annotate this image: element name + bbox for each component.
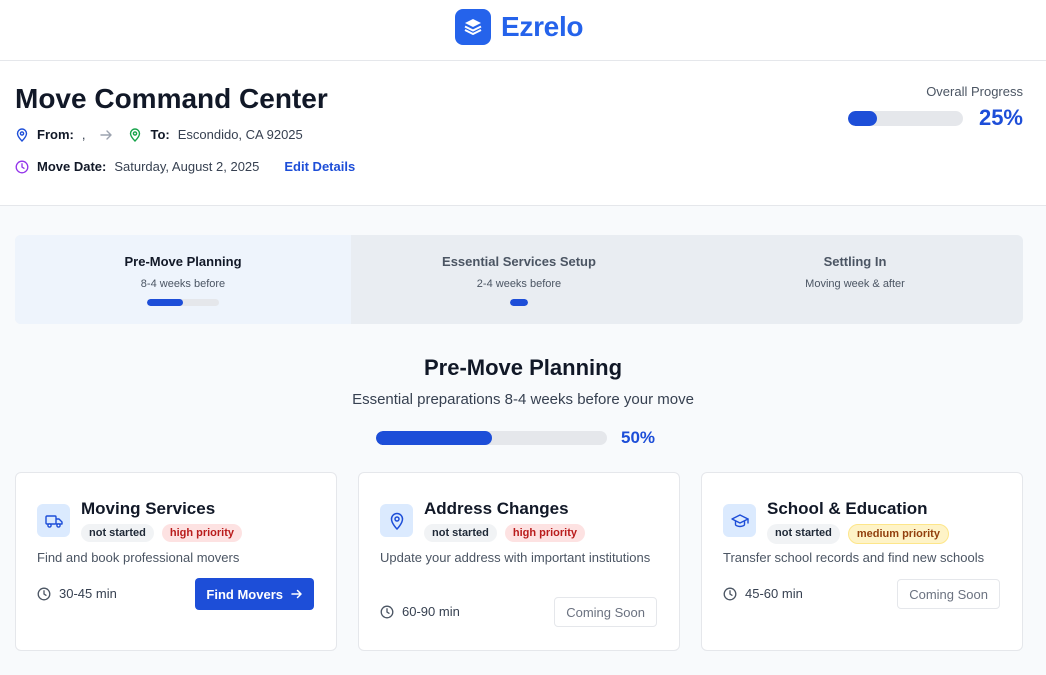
truck-icon	[37, 504, 70, 537]
page-title: Move Command Center	[15, 83, 328, 114]
tab-subtitle: 8-4 weeks before	[140, 278, 226, 290]
to-value: Escondido, CA 92025	[177, 127, 303, 142]
section-subtitle: Essential preparations 8-4 weeks before …	[352, 391, 694, 408]
route-row: From: , To: Escondido, CA 92025	[15, 127, 303, 142]
tab-title: Essential Services Setup	[442, 254, 596, 269]
move-date-label: Move Date:	[37, 159, 107, 174]
edit-details-link[interactable]: Edit Details	[284, 159, 355, 174]
card-badges: not started high priority	[424, 524, 586, 542]
time-estimate: 60-90 min	[402, 604, 460, 619]
move-header: Move Command Center From: , To: Escondid…	[0, 61, 1046, 206]
task-card-address-changes: Address Changes not started high priorit…	[358, 472, 680, 651]
from-value: ,	[81, 127, 86, 142]
graduation-cap-icon	[723, 504, 756, 537]
tab-subtitle: 2-4 weeks before	[476, 278, 562, 290]
status-badge: not started	[424, 524, 497, 542]
card-time: 30-45 min	[37, 586, 117, 601]
to-label: To:	[150, 127, 170, 142]
card-badges: not started high priority	[81, 524, 243, 542]
brand-name: Ezrelo	[501, 11, 584, 42]
map-pin-icon	[380, 504, 413, 537]
card-description: Update your address with important insti…	[380, 550, 651, 565]
brand-logo[interactable]: Ezrelo	[455, 9, 584, 45]
card-time: 60-90 min	[380, 604, 460, 619]
card-description: Transfer school records and find new sch…	[723, 550, 985, 565]
clock-icon	[380, 605, 394, 619]
map-pin-icon	[15, 127, 29, 142]
clock-icon	[15, 160, 29, 174]
clock-icon	[723, 587, 737, 601]
priority-badge: medium priority	[847, 524, 949, 544]
overall-progress-fill	[848, 111, 877, 126]
tab-essential-services-setup[interactable]: Essential Services Setup 2-4 weeks befor…	[351, 235, 687, 324]
clock-icon	[37, 587, 51, 601]
card-badges: not started medium priority	[767, 524, 949, 544]
section-progress-percent: 50%	[621, 428, 656, 447]
section-progress-fill	[376, 431, 492, 445]
phase-tabs: Pre-Move Planning 8-4 weeks before Essen…	[15, 235, 1023, 324]
status-badge: not started	[81, 524, 154, 542]
overall-progress-percent: 25%	[978, 105, 1023, 130]
card-title: Moving Services	[81, 499, 216, 518]
time-estimate: 45-60 min	[745, 586, 803, 601]
overall-progress-bar	[848, 111, 963, 126]
top-bar: Ezrelo	[0, 0, 1046, 61]
date-row: Move Date: Saturday, August 2, 2025 Edit…	[15, 159, 355, 174]
move-date-value: Saturday, August 2, 2025	[114, 159, 260, 174]
task-card-school-education: School & Education not started medium pr…	[701, 472, 1023, 651]
find-movers-button[interactable]: Find Movers	[195, 578, 314, 610]
arrow-right-icon	[291, 588, 303, 600]
priority-badge: high priority	[504, 524, 586, 542]
coming-soon-button[interactable]: Coming Soon	[897, 579, 1000, 609]
arrow-right-icon	[100, 129, 113, 141]
button-label: Find Movers	[206, 586, 283, 602]
layers-icon	[455, 9, 491, 45]
tab-title: Settling In	[823, 254, 887, 269]
section-title: Pre-Move Planning	[423, 355, 623, 380]
card-time: 45-60 min	[723, 586, 803, 601]
tab-progress-bar	[147, 299, 219, 306]
tab-subtitle: Moving week & after	[805, 278, 905, 290]
coming-soon-button[interactable]: Coming Soon	[554, 597, 657, 627]
card-title: Address Changes	[424, 499, 569, 518]
overall-progress-label: Overall Progress	[926, 84, 1023, 99]
tab-pre-move-planning[interactable]: Pre-Move Planning 8-4 weeks before	[15, 235, 351, 324]
section-progress-bar	[376, 431, 607, 445]
tab-progress-fill	[147, 299, 183, 306]
priority-badge: high priority	[161, 524, 243, 542]
card-title: School & Education	[767, 499, 928, 518]
card-description: Find and book professional movers	[37, 550, 240, 565]
time-estimate: 30-45 min	[59, 586, 117, 601]
tab-progress-fill	[510, 299, 528, 306]
tab-settling-in[interactable]: Settling In Moving week & after	[687, 235, 1023, 324]
map-pin-icon	[128, 127, 142, 142]
task-card-moving-services: Moving Services not started high priorit…	[15, 472, 337, 651]
tab-progress-bar	[510, 299, 528, 306]
status-badge: not started	[767, 524, 840, 544]
tab-title: Pre-Move Planning	[124, 254, 242, 269]
from-label: From:	[37, 127, 74, 142]
